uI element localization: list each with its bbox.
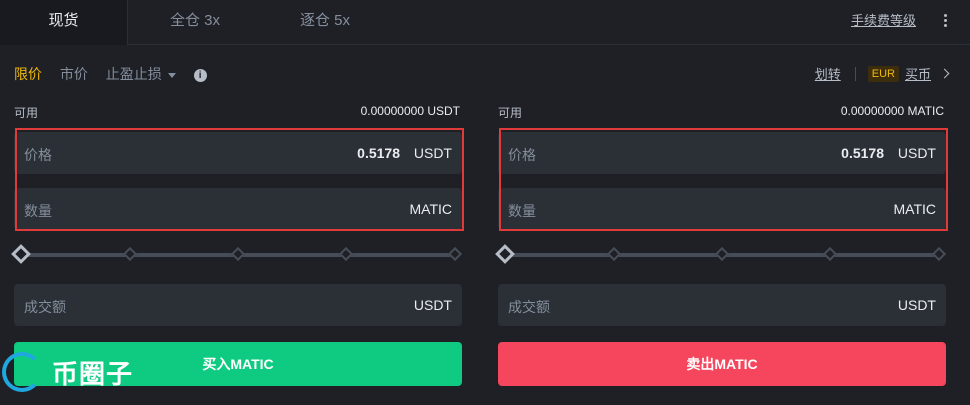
highlight-box — [499, 128, 948, 231]
order-type-selector: 限价 市价 止盈止损 i — [14, 64, 207, 86]
currency-badge: EUR — [867, 65, 899, 82]
tab-cross-margin[interactable]: 全仓 3x — [150, 0, 240, 45]
sell-available-row: 可用 0.00000000 MATIC — [498, 104, 946, 120]
sell-total-input[interactable]: 成交额 USDT — [498, 284, 946, 326]
sell-amount-slider[interactable] — [495, 244, 947, 264]
available-label: 可用 — [498, 106, 523, 120]
slider-step-50[interactable] — [230, 246, 246, 262]
order-type-stop-limit[interactable]: 止盈止损 — [106, 64, 176, 84]
total-unit: USDT — [897, 297, 936, 313]
watermark-logo-icon — [2, 352, 42, 392]
order-type-limit[interactable]: 限价 — [14, 64, 42, 84]
chevron-right-icon[interactable] — [939, 68, 950, 79]
divider — [854, 66, 856, 81]
tab-spot[interactable]: 现货 — [0, 0, 128, 45]
watermark: 币圈子 — [2, 342, 133, 402]
slider-step-75[interactable] — [338, 246, 354, 262]
watermark-text: 币圈子 — [52, 358, 134, 389]
info-icon[interactable]: i — [193, 68, 207, 82]
order-type-market[interactable]: 市价 — [60, 64, 88, 84]
highlight-box — [15, 128, 464, 231]
sell-button[interactable]: 卖出MATIC — [498, 342, 946, 386]
tab-isolated-margin[interactable]: 逐仓 5x — [285, 0, 365, 45]
buy-crypto-link[interactable]: 买币 — [905, 64, 931, 83]
buy-total-input[interactable]: 成交额 USDT — [14, 284, 462, 326]
fee-level-link[interactable]: 手续费等级 — [851, 0, 916, 42]
total-unit: USDT — [413, 297, 452, 313]
total-label: 成交额 — [24, 299, 66, 315]
available-label: 可用 — [14, 106, 39, 120]
total-label: 成交额 — [508, 299, 550, 315]
buy-amount-slider[interactable] — [11, 244, 463, 264]
right-links: 划转 EUR 买币 — [815, 64, 950, 83]
sell-panel: 可用 0.00000000 MATIC 价格 0.5178 USDT 数量 MA… — [495, 104, 948, 386]
slider-step-100[interactable] — [447, 246, 463, 262]
slider-step-100[interactable] — [931, 246, 947, 262]
slider-step-25[interactable] — [606, 246, 622, 262]
slider-handle[interactable] — [495, 244, 515, 264]
slider-step-25[interactable] — [122, 246, 138, 262]
transfer-link[interactable]: 划转 — [815, 64, 841, 83]
caret-down-icon — [167, 72, 176, 78]
buy-panel: 可用 0.00000000 USDT 价格 0.5178 USDT 数量 MAT… — [11, 104, 464, 386]
buy-available-row: 可用 0.00000000 USDT — [14, 104, 462, 120]
available-value: 0.00000000 USDT — [360, 104, 460, 118]
stop-limit-label: 止盈止损 — [105, 66, 162, 82]
available-value: 0.00000000 MATIC — [840, 104, 944, 118]
slider-step-50[interactable] — [714, 246, 730, 262]
slider-handle[interactable] — [11, 244, 31, 264]
more-vertical-icon[interactable] — [942, 12, 948, 32]
top-tab-bar: 现货 全仓 3x 逐仓 5x 手续费等级 — [0, 0, 970, 45]
slider-step-75[interactable] — [822, 246, 838, 262]
